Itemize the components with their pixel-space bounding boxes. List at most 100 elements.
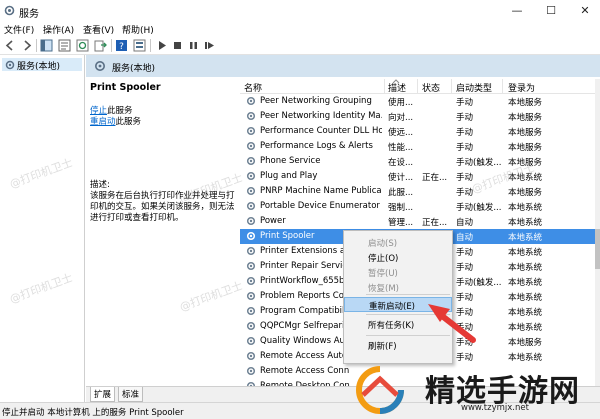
service-gear-icon (246, 96, 256, 106)
stop-service-suffix: 此服务 (107, 106, 133, 116)
toolbar: ? (0, 36, 600, 55)
scrollbar-thumb[interactable] (595, 229, 600, 269)
maximize-button[interactable]: ☐ (536, 0, 566, 22)
service-gear-icon (246, 171, 256, 181)
description-label: 描述: (90, 180, 110, 190)
service-row[interactable]: Power 管理... 正在... 自动 本地系统 (240, 214, 595, 229)
tab-standard[interactable]: 标准 (118, 387, 144, 402)
vertical-scrollbar[interactable] (595, 79, 600, 391)
service-gear-icon (246, 156, 256, 166)
service-row[interactable]: Portable Device Enumerator ... 强制... 手动(触发… (240, 199, 595, 214)
context-menu-item-label: 重新启动(E) (369, 302, 416, 312)
service-row[interactable]: Plug and Play 使计... 正在... 手动 本地系统 (240, 169, 595, 184)
service-name-heading: Print Spooler (90, 82, 161, 93)
cell-startup: 手动 (456, 98, 474, 108)
service-gear-icon (246, 201, 256, 211)
cell-name: PNRP Machine Name Publica... (260, 186, 382, 196)
column-header-logon[interactable]: 登录为 (508, 81, 535, 94)
column-separator[interactable] (384, 79, 385, 93)
service-row[interactable]: Phone Service 在设... 手动(触发... 本地服务 (240, 154, 595, 169)
service-gear-icon (246, 291, 256, 301)
service-gear-icon (246, 246, 256, 256)
tree-node-services-local[interactable]: 服务(本地) (2, 58, 82, 72)
details-icon[interactable] (133, 39, 146, 52)
service-row[interactable]: Peer Networking Grouping 使用... 手动 本地服务 (240, 94, 595, 109)
services-gear-icon (95, 61, 105, 71)
context-menu-item-label: 刷新(F) (368, 342, 397, 352)
context-menu-item[interactable]: 刷新(F) (344, 338, 452, 353)
properties-icon[interactable] (58, 39, 71, 52)
service-row[interactable]: Performance Counter DLL Ho... 使远... 手动 本地服务 (240, 124, 595, 139)
minimize-button[interactable]: — (502, 0, 532, 22)
cell-startup: 自动 (456, 218, 474, 228)
close-button[interactable]: ✕ (570, 0, 600, 22)
cell-desc: 使远... (388, 128, 414, 138)
column-separator[interactable] (502, 79, 503, 93)
pause-icon[interactable] (187, 39, 200, 52)
back-icon[interactable] (4, 39, 17, 52)
cell-startup: 手动 (456, 263, 474, 273)
cell-logon: 本地系统 (508, 233, 543, 243)
cell-status: 正在... (422, 218, 448, 228)
cell-desc: 性能... (388, 143, 414, 153)
context-menu-item[interactable]: 启动(S) (344, 235, 452, 250)
service-gear-icon (246, 186, 256, 196)
restart-service-suffix: 此服务 (115, 117, 142, 127)
menu-file[interactable]: 文件(F) (4, 23, 34, 36)
cell-desc: 在设... (388, 158, 414, 168)
context-menu-item[interactable]: 停止(O) (344, 250, 452, 265)
pane-header-title: 服务(本地) (112, 64, 156, 74)
cell-name: Phone Service (260, 156, 321, 166)
brand-watermark: 精选手游网 www.tzymjx.net (345, 363, 600, 418)
service-description-panel: Print Spooler 停止此服务 重启动此服务 描述: 该服务在后台执行打… (90, 79, 240, 379)
restart-icon[interactable] (203, 39, 216, 52)
column-header-startup[interactable]: 启动类型 (456, 81, 492, 94)
refresh-icon[interactable] (76, 39, 89, 52)
restart-service-link[interactable]: 重启动 (90, 117, 116, 127)
service-row[interactable]: Performance Logs & Alerts 性能... 手动 本地服务 (240, 139, 595, 154)
cell-startup: 手动(触发... (456, 158, 502, 168)
cell-logon: 本地系统 (508, 263, 543, 273)
console-tree-pane: 服务(本地) (0, 55, 85, 402)
column-separator[interactable] (417, 79, 418, 93)
menu-action[interactable]: 操作(A) (43, 23, 74, 36)
tree-node-label: 服务(本地) (17, 62, 61, 72)
service-row[interactable]: PNRP Machine Name Publica... 此服... 手动 本地服务 (240, 184, 595, 199)
service-gear-icon (246, 126, 256, 136)
service-gear-icon (246, 366, 256, 376)
context-menu-item[interactable]: 所有任务(K) (344, 317, 452, 332)
toolbar-separator (150, 39, 151, 52)
export-icon[interactable] (94, 39, 107, 52)
cell-name: Power (260, 216, 286, 226)
cell-desc: 管理... (388, 218, 414, 228)
tab-extended[interactable]: 扩展 (90, 387, 116, 402)
description-text: 该服务在后台执行打印作业并处理与打印机的交互。如果关闭该服务，则无法进行打印或查… (90, 191, 235, 223)
column-header-row: 名称 描述 状态 启动类型 登录为 (240, 79, 595, 94)
menu-view[interactable]: 查看(V) (83, 23, 114, 36)
cell-logon: 本地服务 (508, 113, 543, 123)
column-header-status[interactable]: 状态 (422, 81, 440, 94)
cell-name: Portable Device Enumerator ... (260, 201, 382, 211)
menu-help[interactable]: 帮助(H) (122, 23, 154, 36)
service-row[interactable]: Peer Networking Identity Ma... 向对... 手动 本地服… (240, 109, 595, 124)
start-icon[interactable] (155, 39, 168, 52)
cell-status: 正在... (422, 173, 448, 183)
forward-icon[interactable] (20, 39, 33, 52)
help-icon[interactable]: ? (115, 39, 128, 52)
column-header-desc[interactable]: 描述 (388, 81, 406, 94)
toolbar-separator (36, 39, 37, 52)
console-tree-icon[interactable] (40, 39, 53, 52)
cell-startup: 手动 (456, 338, 474, 348)
stop-service-link[interactable]: 停止 (90, 106, 107, 116)
cell-name: Peer Networking Identity Ma... (260, 111, 382, 121)
stop-icon[interactable] (171, 39, 184, 52)
context-menu-item[interactable]: 暂停(U) (344, 265, 452, 280)
services-gear-icon (5, 60, 15, 70)
service-gear-icon (246, 321, 256, 331)
column-header-name[interactable]: 名称 (244, 81, 262, 94)
context-menu-item[interactable]: 重新启动(E) (344, 297, 452, 312)
context-menu-item[interactable]: 恢复(M) (344, 280, 452, 295)
column-separator[interactable] (451, 79, 452, 93)
cell-logon: 本地系统 (508, 248, 543, 258)
context-menu: 启动(S) 停止(O) 暂停(U) 恢复(M) 重新启动(E) 所有任务(K) 刷新(F) (343, 230, 453, 364)
